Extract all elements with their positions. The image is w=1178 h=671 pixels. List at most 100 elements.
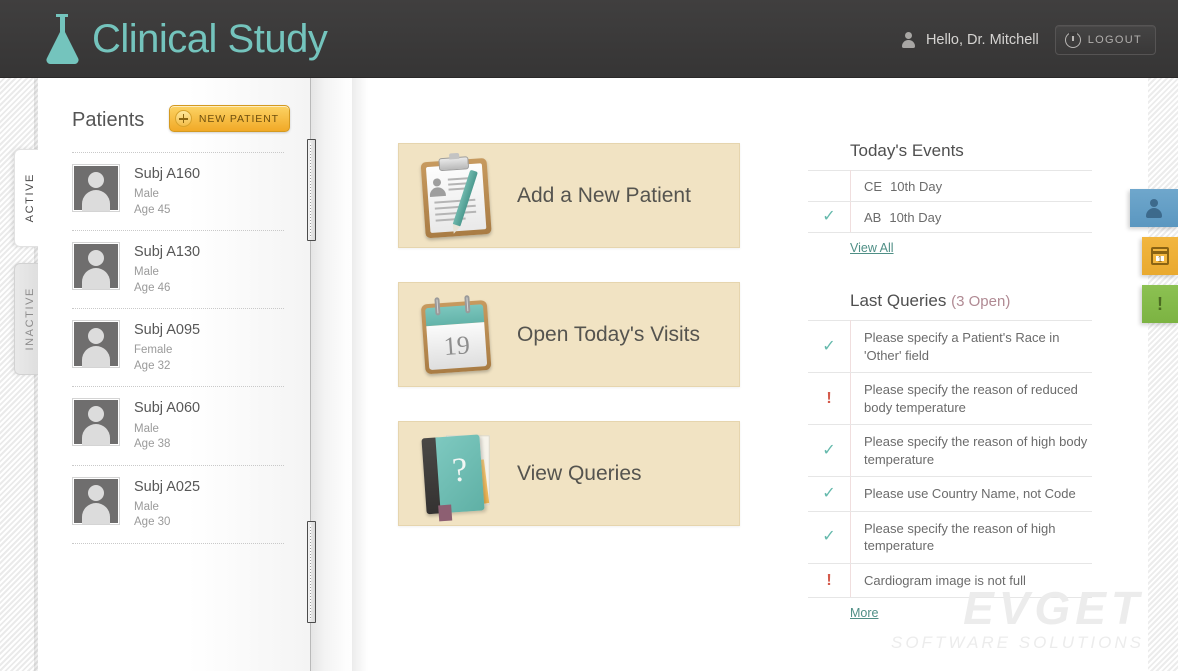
queries-open-count: (3 Open) [951, 293, 1011, 310]
check-icon: ✓ [822, 208, 836, 225]
patient-info: Subj A160 Male Age 45 [134, 164, 200, 218]
patient-age: Age 46 [134, 281, 171, 294]
patient-meta: Male Age 46 [134, 265, 200, 296]
patients-header: Patients NEW PATIENT [72, 105, 290, 141]
person-icon [1144, 198, 1164, 218]
events-view-all-link[interactable]: View All [850, 241, 894, 255]
right-side-tabs: 1 ! [1130, 189, 1178, 333]
calendar-icon: 1 [1151, 247, 1169, 265]
panel-gap [808, 257, 1092, 291]
page-body: ACTIVE INACTIVE Patients NEW PATIENT Sub… [0, 77, 1178, 671]
query-text: Please specify the reason of high temper… [850, 511, 1092, 564]
question-book-icon: ? [417, 429, 499, 521]
avatar [72, 242, 120, 291]
event-row[interactable]: ✓ AB 10th Day [808, 201, 1092, 233]
query-text: Please specify the reason of high body t… [850, 424, 1092, 478]
queries-more-link[interactable]: More [850, 606, 878, 620]
patient-info: Subj A060 Male Age 38 [134, 398, 200, 452]
check-icon: ✓ [822, 337, 836, 355]
alert-icon: ! [826, 571, 832, 589]
side-tab-calendar[interactable]: 1 [1142, 237, 1178, 275]
query-row[interactable]: ✓ Please use Country Name, not Code [808, 476, 1092, 512]
patient-name: Subj A095 [134, 322, 201, 339]
side-tab-alerts[interactable]: ! [1142, 285, 1178, 323]
patient-list-item[interactable]: Subj A130 Male Age 46 [72, 231, 284, 308]
patient-age: Age 32 [134, 359, 171, 372]
brand-title: Clinical Study [92, 17, 328, 61]
patient-age: Age 38 [134, 438, 171, 451]
action-card-icon: 19 [399, 294, 517, 376]
query-row[interactable]: ! Cardiogram image is not full [808, 563, 1092, 599]
event-code: CE [864, 178, 883, 194]
patient-meta: Female Age 32 [134, 343, 200, 374]
patients-pane: Patients NEW PATIENT Subj A160 Male Age 45… [38, 77, 310, 671]
action-card-1[interactable]: Add a New Patient [398, 143, 740, 248]
patient-name: Subj A130 [134, 244, 201, 261]
action-card-icon: ? [399, 429, 517, 521]
sidebar-tab-active-label: ACTIVE [23, 173, 36, 223]
queries-title-label: Last Queries [850, 291, 947, 310]
avatar [72, 398, 120, 447]
patient-list-item[interactable]: Subj A095 Female Age 32 [72, 309, 284, 386]
patient-info: Subj A025 Male Age 30 [134, 477, 200, 531]
event-code: AB [864, 209, 882, 225]
patient-sex: Male [134, 266, 159, 279]
query-row[interactable]: ✓ Please specify the reason of high tempe… [808, 511, 1092, 564]
patient-list: Subj A160 Male Age 45 Subj A130 Male Age 46 Su… [72, 152, 284, 544]
patient-age: Age 30 [134, 516, 171, 529]
event-text: CE 10th Day [850, 170, 1092, 202]
query-row[interactable]: ✓ Please specify a Patient's Race in 'Oth… [808, 319, 1092, 374]
watermark-line2: SOFTWARE SOLUTIONS [891, 633, 1144, 653]
alert-icon: ! [1157, 294, 1163, 314]
patient-name: Subj A025 [134, 478, 201, 495]
patients-title: Patients [72, 109, 145, 131]
query-status: ! [808, 372, 851, 426]
event-day: 10th Day [890, 178, 943, 194]
patient-meta: Male Age 38 [134, 422, 200, 453]
query-text: Please specify a Patient's Race in 'Othe… [850, 319, 1092, 374]
side-tab-patients[interactable] [1130, 189, 1178, 227]
patient-info: Subj A130 Male Age 46 [134, 242, 200, 296]
query-row[interactable]: ✓ Please specify the reason of high body … [808, 424, 1092, 478]
event-day: 10th Day [889, 209, 942, 225]
events-title: Today's Events [808, 141, 1092, 170]
action-card-list: Add a New Patient 19 Open Today's Visits ? V… [398, 143, 740, 560]
event-text: AB 10th Day [850, 201, 1092, 233]
avatar [72, 320, 120, 369]
logout-button[interactable]: LOGOUT [1054, 25, 1156, 55]
query-status: ✓ [808, 424, 851, 478]
patient-list-item[interactable]: Subj A025 Male Age 30 [72, 466, 284, 543]
patient-list-item[interactable]: Subj A060 Male Age 38 [72, 387, 284, 464]
flask-icon [40, 10, 84, 66]
query-status: ✓ [808, 511, 851, 564]
query-status: ✓ [808, 476, 851, 512]
logout-label: LOGOUT [1087, 34, 1142, 46]
event-row[interactable]: CE 10th Day [808, 170, 1092, 202]
event-status [808, 170, 851, 202]
query-status: ✓ [808, 319, 851, 374]
check-icon: ✓ [822, 528, 836, 546]
query-row[interactable]: ! Please specify the reason of reduced bo… [808, 372, 1092, 426]
queries-title: Last Queries (3 Open) [808, 291, 1092, 320]
spine-scroll-handle-top[interactable] [307, 139, 316, 241]
clipboard-icon [418, 151, 498, 240]
new-patient-label: NEW PATIENT [198, 112, 279, 125]
action-card-2[interactable]: 19 Open Today's Visits [398, 282, 740, 387]
patient-info: Subj A095 Female Age 32 [134, 320, 200, 374]
app-header: Clinical Study Hello, Dr. Mitchell LOGOU… [0, 0, 1178, 78]
patient-list-item[interactable]: Subj A160 Male Age 45 [72, 153, 284, 230]
list-separator [72, 542, 284, 544]
action-card-3[interactable]: ? View Queries [398, 421, 740, 526]
patient-meta: Male Age 45 [134, 187, 200, 218]
header-right: Hello, Dr. Mitchell LOGOUT [901, 25, 1156, 55]
events-table: CE 10th Day ✓ AB 10th Day [808, 170, 1092, 233]
action-card-label: Open Today's Visits [517, 322, 701, 346]
check-icon: ✓ [822, 441, 836, 459]
plus-icon [174, 110, 192, 127]
spine-scroll-handle-bottom[interactable] [307, 521, 316, 623]
patient-sex: Male [134, 500, 159, 513]
new-patient-button[interactable]: NEW PATIENT [168, 105, 290, 132]
brand: Clinical Study [40, 10, 328, 66]
content-shadow [352, 77, 368, 671]
query-text: Please use Country Name, not Code [850, 476, 1092, 512]
